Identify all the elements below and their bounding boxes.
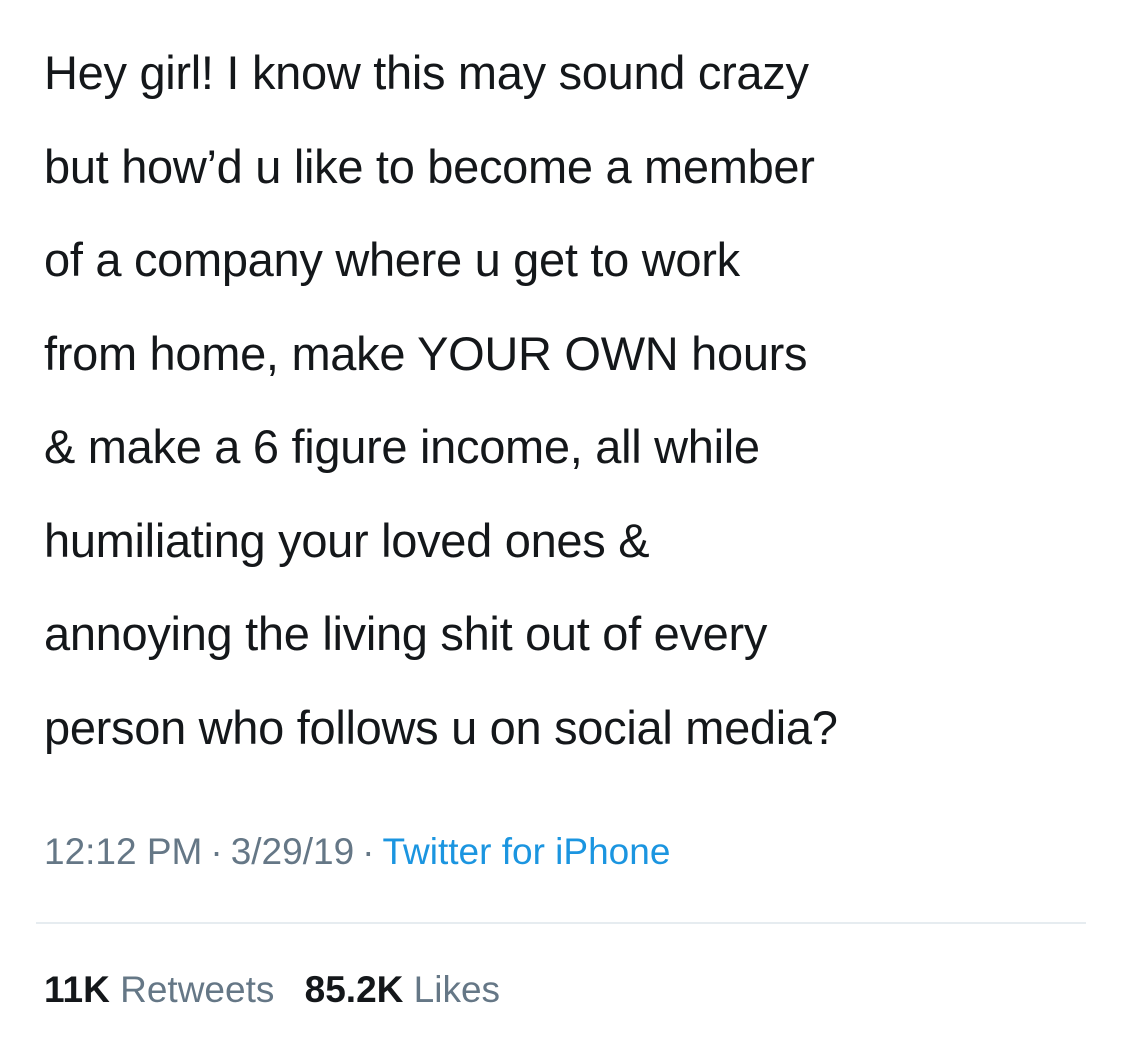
retweets-stat[interactable]: 11K Retweets [44,962,274,1018]
tweet-text-line: person who follows u on social media? [44,700,838,754]
tweet-time[interactable]: 12:12 PM [44,831,202,872]
tweet-text-line: Hey girl! I know this may sound crazy [44,46,809,99]
tweet-text-line: humiliating your loved ones & [44,513,650,567]
tweet-text-line: of a company where u get to work [44,233,740,286]
retweets-label: Retweets [120,969,275,1010]
tweet-text-line: annoying the living shit out of every [44,607,768,660]
tweet-text-line: but how’d u like to become a member [44,139,815,193]
tweet-text: Hey girl! I know this may sound crazy bu… [44,26,1094,774]
tweet-text-line: from home, make YOUR OWN hours [44,326,808,380]
meta-separator: · [210,831,223,872]
tweet-stats: 11K Retweets 85.2K Likes [44,962,520,1018]
likes-label: Likes [413,969,501,1010]
tweet-metadata: 12:12 PM · 3/29/19 · Twitter for iPhone [44,824,670,880]
tweet-source-link[interactable]: Twitter for iPhone [382,831,670,872]
tweet-text-line: & make a 6 figure income, all while [44,420,760,473]
tweet-date[interactable]: 3/29/19 [231,831,354,872]
likes-count: 85.2K [304,969,404,1010]
divider [36,922,1086,924]
retweets-count: 11K [44,969,110,1010]
meta-separator: · [362,831,375,872]
likes-stat[interactable]: 85.2K Likes [305,962,500,1018]
tweet-detail: Hey girl! I know this may sound crazy bu… [44,26,1094,774]
